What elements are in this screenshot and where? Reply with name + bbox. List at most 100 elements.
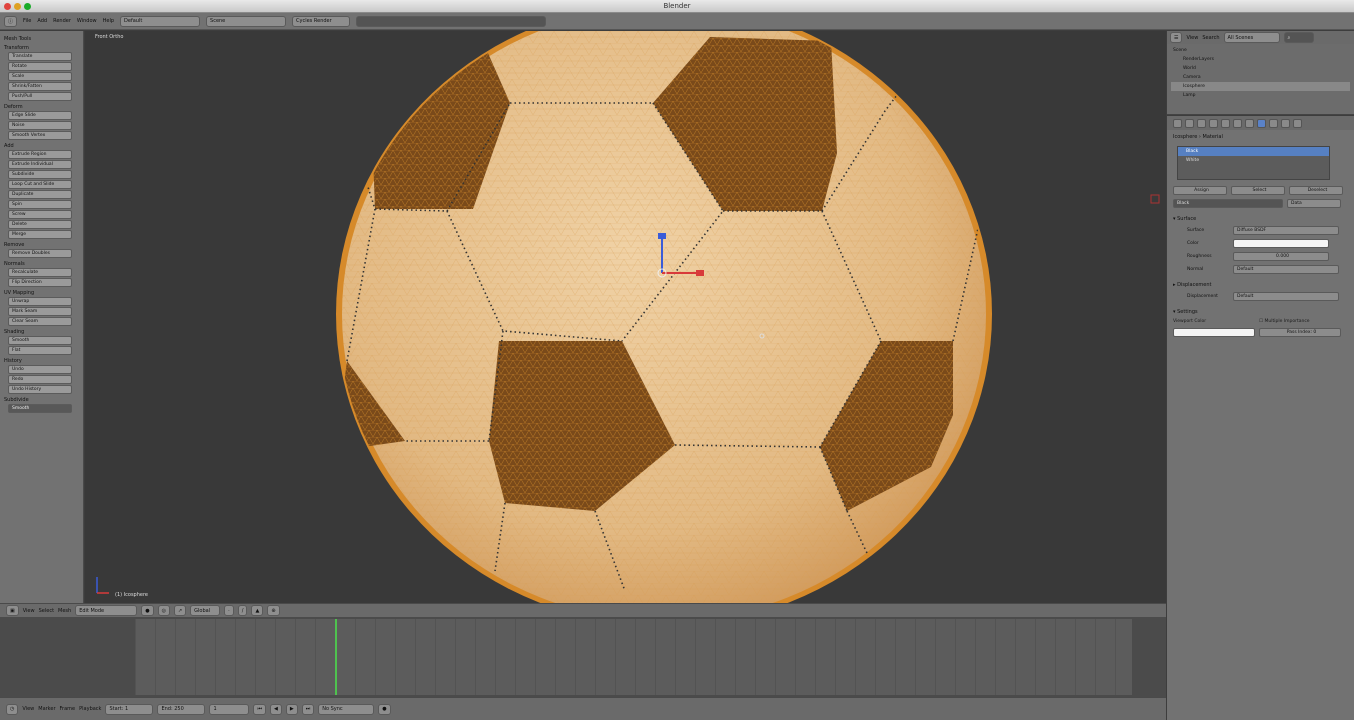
snap-icon[interactable]: ⊕ — [267, 605, 280, 616]
edge-select-icon[interactable]: / — [237, 605, 248, 616]
tool-button[interactable]: Extrude Region — [8, 150, 72, 159]
tool-button[interactable]: Merge — [8, 230, 72, 239]
tool-button[interactable]: Edge Slide — [8, 111, 72, 120]
tool-button[interactable]: Push/Pull — [8, 92, 72, 101]
outliner-menu-search[interactable]: Search — [1202, 35, 1219, 41]
manipulator-icon[interactable]: ↗ — [173, 605, 187, 616]
timeline-menu-view[interactable]: View — [22, 706, 34, 712]
tool-button[interactable]: Clear Seam — [8, 317, 72, 326]
outliner-search-field[interactable]: ⌕ — [1283, 32, 1314, 43]
assign-button[interactable]: Assign — [1173, 186, 1227, 195]
tool-panel-title[interactable]: Shading — [4, 329, 79, 335]
roughness-field[interactable]: 0.000 — [1233, 252, 1329, 261]
current-frame-field[interactable]: 1 — [209, 703, 250, 715]
tool-button[interactable]: Shrink/Fatten — [8, 82, 72, 91]
tool-button[interactable]: Mark Seam — [8, 307, 72, 316]
settings-panel-title[interactable]: ▾ Settings — [1173, 309, 1348, 315]
menu-help[interactable]: Help — [103, 18, 114, 24]
tool-button[interactable]: Smooth Vertex — [8, 131, 72, 140]
mode-selector[interactable]: Edit Mode — [75, 605, 138, 616]
end-frame-field[interactable]: End: 250 — [157, 703, 206, 715]
color-swatch[interactable] — [1233, 239, 1329, 248]
jump-start-icon[interactable]: ⏮ — [253, 703, 266, 715]
tool-panel-title[interactable]: Transform — [4, 45, 79, 51]
editor-type-icon[interactable]: ⓘ — [4, 15, 18, 27]
tool-button[interactable]: Spin — [8, 200, 72, 209]
tool-button[interactable]: Scale — [8, 72, 72, 81]
timeline-menu-playback[interactable]: Playback — [79, 706, 101, 712]
menu-file[interactable]: File — [23, 18, 31, 24]
material-slot-list[interactable]: Black White — [1177, 146, 1330, 180]
outliner-row[interactable]: RenderLayers — [1171, 55, 1350, 64]
tool-button[interactable]: Extrude Individual — [8, 160, 72, 169]
timeline-editor-type-icon[interactable]: ◷ — [6, 703, 19, 715]
constraints-tab-icon[interactable] — [1221, 118, 1230, 128]
tool-button[interactable]: Loop Cut and Slide — [8, 180, 72, 189]
tool-button[interactable]: Undo History — [8, 385, 72, 394]
outliner[interactable]: Scene RenderLayers World Camera Icosphere Lam… — [1167, 44, 1354, 115]
last-operator-title[interactable]: Subdivide — [4, 397, 79, 403]
minimize-window-icon[interactable] — [14, 3, 21, 10]
outliner-filter-selector[interactable]: All Scenes — [1223, 32, 1280, 43]
tool-panel-title[interactable]: History — [4, 358, 79, 364]
play-reverse-icon[interactable]: ◀ — [269, 703, 282, 715]
tool-button[interactable]: Undo — [8, 365, 72, 374]
tool-button[interactable]: Duplicate — [8, 190, 72, 199]
record-icon[interactable]: ● — [378, 703, 391, 715]
physics-tab-icon[interactable] — [1293, 118, 1302, 128]
start-frame-field[interactable]: Start: 1 — [105, 703, 154, 715]
viewport-color-swatch[interactable] — [1173, 328, 1255, 337]
menu-render[interactable]: Render — [53, 18, 71, 24]
timeline-menu-marker[interactable]: Marker — [38, 706, 55, 712]
shading-icon[interactable]: ● — [141, 605, 154, 616]
3d-viewport[interactable]: Front Ortho (1) Icosphere — [85, 31, 1166, 603]
scene-tab-icon[interactable] — [1185, 118, 1194, 128]
material-name-field[interactable]: Black — [1173, 199, 1283, 208]
material-tab-icon[interactable] — [1257, 118, 1266, 128]
tool-button[interactable]: Rotate — [8, 62, 72, 71]
outliner-row[interactable]: Scene — [1171, 46, 1350, 55]
normal-selector[interactable]: Default — [1233, 265, 1339, 274]
outliner-row[interactable]: Camera — [1171, 73, 1350, 82]
tool-button[interactable]: Unwrap — [8, 297, 72, 306]
tool-button[interactable]: Subdivide — [8, 170, 72, 179]
modifiers-tab-icon[interactable] — [1233, 118, 1242, 128]
outliner-row[interactable]: Lamp — [1171, 91, 1350, 100]
tool-panel-title[interactable]: Normals — [4, 261, 79, 267]
tool-button[interactable]: Translate — [8, 52, 72, 61]
soccer-ball-mesh[interactable] — [85, 31, 1166, 603]
layout-selector[interactable]: Default — [120, 15, 201, 27]
tool-button[interactable]: Screw — [8, 210, 72, 219]
tool-panel-title[interactable]: Remove — [4, 242, 79, 248]
menu-add[interactable]: Add — [37, 18, 47, 24]
tool-button[interactable]: Flip Direction — [8, 278, 72, 287]
subdivide-smooth-field[interactable]: Smooth — [8, 404, 72, 413]
zoom-window-icon[interactable] — [24, 3, 31, 10]
pivot-icon[interactable]: ◎ — [157, 605, 170, 616]
deselect-button[interactable]: Deselect — [1289, 186, 1343, 195]
displacement-selector[interactable]: Default — [1233, 292, 1339, 301]
outliner-row[interactable]: Icosphere — [1171, 82, 1350, 91]
tool-button[interactable]: Delete — [8, 220, 72, 229]
outliner-row[interactable]: World — [1171, 64, 1350, 73]
render-tab-icon[interactable] — [1173, 118, 1182, 128]
face-select-icon[interactable]: ▲ — [251, 605, 264, 616]
viewport-editor-type-icon[interactable]: ▣ — [6, 605, 19, 616]
multiple-importance-checkbox[interactable]: ☐ Multiple Importance — [1259, 319, 1310, 324]
surface-panel-title[interactable]: ▾ Surface — [1173, 216, 1348, 222]
timeline-editor[interactable] — [0, 617, 1166, 697]
scene-selector[interactable]: Scene — [206, 15, 287, 27]
render-engine-selector[interactable]: Cycles Render — [292, 15, 351, 27]
particles-tab-icon[interactable] — [1281, 118, 1290, 128]
data-tab-icon[interactable] — [1245, 118, 1254, 128]
tool-button[interactable]: Noise — [8, 121, 72, 130]
timeline-range[interactable] — [135, 619, 1132, 695]
sync-selector[interactable]: No Sync — [318, 703, 375, 715]
vertex-select-icon[interactable]: · — [224, 605, 234, 616]
select-button[interactable]: Select — [1231, 186, 1285, 195]
viewport-menu-select[interactable]: Select — [39, 608, 54, 614]
world-tab-icon[interactable] — [1197, 118, 1206, 128]
viewport-menu-view[interactable]: View — [23, 608, 35, 614]
tool-button[interactable]: Remove Doubles — [8, 249, 72, 258]
material-link-selector[interactable]: Data — [1287, 199, 1341, 208]
